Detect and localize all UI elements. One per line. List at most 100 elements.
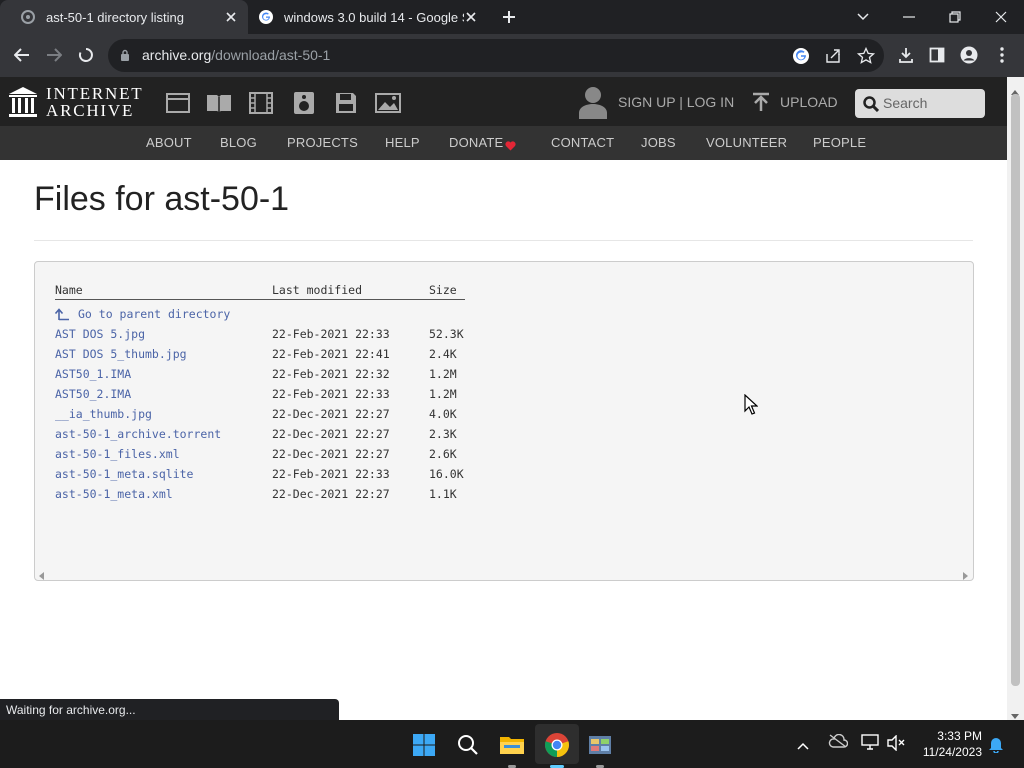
scroll-right-icon[interactable] [962, 567, 968, 585]
taskbar-search-icon[interactable] [451, 728, 485, 762]
logo-text-archive: ARCHIVE [46, 101, 135, 120]
donate-heart-icon[interactable] [505, 138, 516, 156]
texts-book-icon[interactable] [206, 91, 232, 115]
loading-spinner-icon[interactable] [71, 40, 101, 70]
network-icon[interactable] [861, 734, 879, 755]
software-floppy-icon[interactable] [333, 91, 359, 115]
internet-archive-logo[interactable]: INTERNET ARCHIVE [8, 85, 148, 119]
nav-about[interactable]: ABOUT [146, 135, 192, 150]
scrollbar-thumb[interactable] [1011, 94, 1020, 686]
file-size: 52.3K [429, 327, 464, 341]
file-explorer-icon[interactable] [495, 728, 529, 762]
mouse-cursor-icon [744, 393, 759, 420]
images-photo-icon[interactable] [375, 91, 401, 115]
column-header-modified[interactable]: Last modified [272, 283, 362, 297]
file-link[interactable]: ast-50-1_archive.torrent [55, 427, 221, 441]
web-icon[interactable] [165, 91, 191, 115]
file-link[interactable]: AST50_1.IMA [55, 367, 131, 381]
forward-arrow-icon[interactable] [39, 40, 69, 70]
nav-projects[interactable]: PROJECTS [287, 135, 358, 150]
audio-speaker-icon[interactable] [291, 91, 317, 115]
file-modified: 22-Feb-2021 22:33 [272, 467, 390, 481]
notification-bell-icon[interactable] [988, 735, 1004, 758]
ia-top-bar: INTERNET ARCHIVE SIGN UP | LOG IN UPLOAD… [0, 77, 1007, 126]
nav-people[interactable]: PEOPLE [813, 135, 866, 150]
close-tab-icon[interactable] [222, 8, 240, 26]
google-lens-icon[interactable] [792, 47, 810, 70]
system-clock[interactable]: 3:33 PM 11/24/2023 [923, 728, 982, 760]
windows-start-icon[interactable] [407, 728, 441, 762]
share-icon[interactable] [824, 47, 842, 70]
lock-icon[interactable] [120, 49, 130, 67]
page-title: Files for ast-50-1 [34, 180, 290, 218]
back-arrow-icon[interactable] [7, 40, 37, 70]
signup-login-link[interactable]: SIGN UP | LOG IN [618, 94, 734, 110]
nav-contact[interactable]: CONTACT [551, 135, 614, 150]
archive-favicon-icon [20, 9, 36, 25]
volume-muted-icon[interactable] [887, 734, 905, 756]
browser-toolbar: archive.org/download/ast-50-1 [0, 34, 1024, 77]
control-panel-icon[interactable] [583, 728, 617, 762]
tab-title: ast-50-1 directory listing [46, 9, 184, 25]
nav-donate[interactable]: DONATE [449, 135, 503, 150]
clock-date: 11/24/2023 [922, 745, 982, 759]
side-panel-icon[interactable] [922, 40, 952, 70]
chrome-icon[interactable] [540, 728, 574, 762]
google-favicon-icon [258, 9, 274, 25]
file-link[interactable]: AST50_2.IMA [55, 387, 131, 401]
minimize-icon[interactable] [886, 0, 932, 34]
parent-arrow-icon[interactable] [54, 308, 69, 324]
new-tab-icon[interactable] [498, 6, 520, 28]
scroll-left-icon[interactable] [39, 567, 45, 585]
nav-volunteer[interactable]: VOLUNTEER [706, 135, 787, 150]
file-size: 16.0K [429, 467, 464, 481]
more-options-icon[interactable] [987, 40, 1017, 70]
nav-help[interactable]: HELP [385, 135, 420, 150]
tab-google-search[interactable]: windows 3.0 build 14 - Google Se [248, 0, 488, 34]
logo-text-internet: INTERNET [46, 84, 144, 103]
tab-ast-50-1[interactable]: ast-50-1 directory listing [0, 0, 248, 34]
parent-directory-row: Go to parent directory [35, 307, 475, 325]
user-avatar-icon[interactable] [578, 85, 610, 119]
upload-link[interactable]: UPLOAD [780, 94, 838, 110]
upload-arrow-icon[interactable] [751, 92, 771, 117]
file-size: 2.4K [429, 347, 457, 361]
file-size: 2.3K [429, 427, 457, 441]
onedrive-icon[interactable] [828, 733, 849, 753]
restore-icon[interactable] [932, 0, 978, 34]
file-link[interactable]: AST DOS 5.jpg [55, 327, 145, 341]
vertical-scrollbar[interactable] [1007, 77, 1024, 720]
file-modified: 22-Feb-2021 22:32 [272, 367, 390, 381]
windows-taskbar: 3:33 PM 11/24/2023 [0, 720, 1024, 768]
file-row: ast-50-1_files.xml 22-Dec-2021 22:27 2.6… [35, 447, 475, 465]
archive-building-icon [9, 87, 37, 117]
file-row: AST DOS 5_thumb.jpg 22-Feb-2021 22:41 2.… [35, 347, 475, 365]
file-link[interactable]: __ia_thumb.jpg [55, 407, 152, 421]
close-tab-icon[interactable] [462, 8, 480, 26]
nav-blog[interactable]: BLOG [220, 135, 257, 150]
file-row: AST DOS 5.jpg 22-Feb-2021 22:33 52.3K [35, 327, 475, 345]
profile-icon[interactable] [954, 40, 984, 70]
close-window-icon[interactable] [978, 0, 1024, 34]
horizontal-scrollbar[interactable] [35, 563, 973, 580]
file-link[interactable]: AST DOS 5_thumb.jpg [55, 347, 187, 361]
tab-search-chevron-down-icon[interactable] [840, 0, 886, 34]
file-link[interactable]: ast-50-1_meta.xml [55, 487, 173, 501]
bookmark-star-icon[interactable] [856, 46, 876, 70]
nav-jobs[interactable]: JOBS [641, 135, 676, 150]
file-link[interactable]: ast-50-1_meta.sqlite [55, 467, 193, 481]
video-film-icon[interactable] [248, 91, 274, 115]
file-row: AST50_1.IMA 22-Feb-2021 22:32 1.2M [35, 367, 475, 385]
file-size: 4.0K [429, 407, 457, 421]
column-header-name[interactable]: Name [55, 283, 83, 297]
header-divider [55, 299, 465, 300]
tab-strip: ast-50-1 directory listing windows 3.0 b… [0, 0, 1024, 34]
file-modified: 22-Dec-2021 22:27 [272, 427, 390, 441]
file-link[interactable]: ast-50-1_files.xml [55, 447, 180, 461]
hidden-icons-chevron-up-icon[interactable] [797, 737, 809, 755]
download-icon[interactable] [891, 40, 921, 70]
search-input[interactable]: Search [855, 89, 985, 118]
address-bar[interactable]: archive.org/download/ast-50-1 [108, 39, 884, 72]
parent-directory-link[interactable]: Go to parent directory [78, 307, 230, 321]
column-header-size[interactable]: Size [429, 283, 457, 297]
